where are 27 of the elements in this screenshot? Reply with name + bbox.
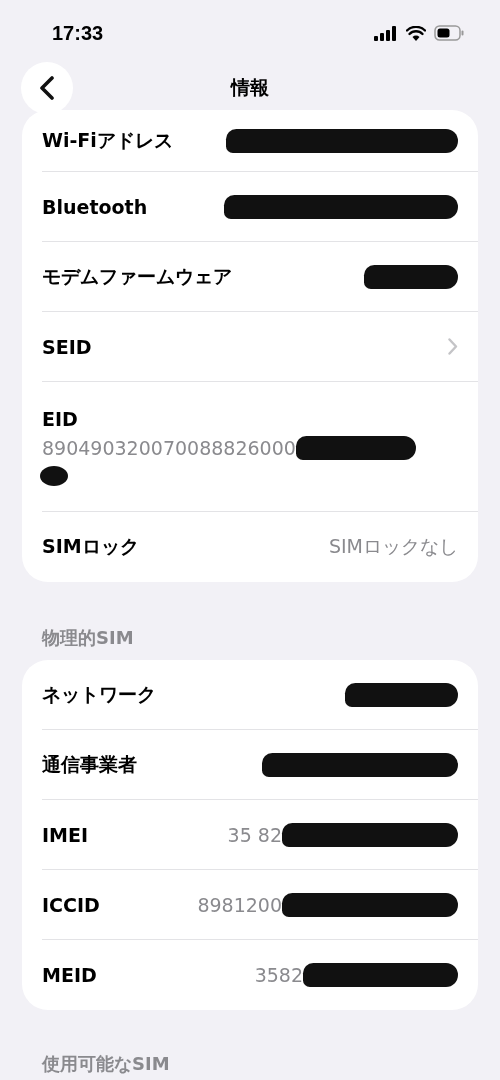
row-value: 890490320070088826000 [42,436,296,459]
back-icon [39,76,55,100]
row-label: IMEI [42,823,89,846]
row-label: MEID [42,964,97,986]
row-value: 35 82 [227,823,282,846]
row-label: EID [42,407,79,430]
row-label: ネットワーク [42,681,156,707]
back-button[interactable] [21,62,73,114]
page-title: 情報 [231,75,269,100]
redaction-mark [40,465,68,486]
row-label: ICCID [42,893,100,916]
row-value: 3582 [254,964,303,986]
section-header: 物理的SIM [42,627,134,648]
signal-icon [374,25,398,41]
row-label: Wi-Fiアドレス [42,127,173,153]
row-label: Bluetooth [42,195,148,218]
section-header: 使用可能なSIM [42,1053,170,1074]
battery-icon [434,25,464,41]
row-label: SIMロック [42,534,139,559]
wifi-icon [406,25,426,41]
chevron-icon [448,338,458,355]
list-row[interactable]: SEID [42,312,478,382]
status-time: 17:33 [52,21,104,45]
row-value: SIMロックなし [328,534,458,559]
row-value: 8981200 [197,893,282,916]
row-label: 通信事業者 [42,751,137,777]
row-label: モデムファームウェア [42,263,232,289]
